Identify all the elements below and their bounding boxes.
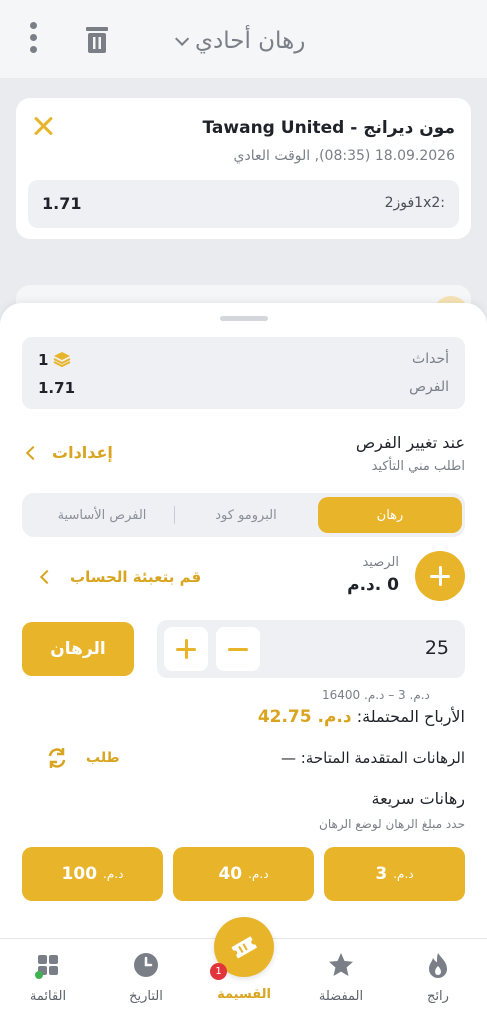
quick-bet-amount: 40	[218, 864, 243, 884]
balance-value: 0 .د.م	[347, 575, 399, 595]
settings-button[interactable]: إعدادات	[25, 443, 113, 462]
tab-base-odds[interactable]: الفرص الأساسية	[28, 497, 176, 533]
stake-value[interactable]: 25	[425, 637, 449, 659]
nav-history-label: التاريخ	[129, 989, 163, 1004]
quick-bet-button[interactable]: د.م. 40	[173, 847, 314, 901]
place-bet-button[interactable]: الرهان	[22, 622, 134, 676]
match-datetime: 18.09.2026 (08:35), الوقت العادي	[233, 148, 455, 164]
close-icon[interactable]	[33, 116, 53, 136]
selection-row: 1.71 :1x2فوز2	[28, 180, 459, 228]
selection-market: :1x2فوز2	[384, 195, 445, 211]
settings-label: إعدادات	[52, 443, 113, 462]
top-bar: رهان أحادي	[0, 0, 487, 78]
quick-bet-currency: د.م.	[103, 867, 124, 881]
tab-divider	[174, 506, 175, 524]
star-icon	[329, 953, 353, 976]
chevron-down-icon	[175, 31, 190, 46]
chevron-left-icon	[39, 569, 55, 585]
nav-menu-label: القائمة	[29, 989, 67, 1004]
grid-icon	[35, 955, 58, 979]
balance-label: الرصيد	[362, 555, 399, 570]
stake-range: د.م. 3 – د.م. 16400	[322, 688, 430, 702]
winnings-value: د.م. 42.75	[257, 707, 352, 727]
odds-change-value: اطلب مني التأكيد	[371, 459, 465, 474]
layers-icon	[53, 352, 71, 367]
quick-bets-subtitle: حدد مبلغ الرهان لوضع الرهان	[319, 817, 465, 831]
request-button[interactable]: طلب	[46, 747, 120, 769]
quick-bet-currency: د.م.	[248, 867, 269, 881]
clock-icon	[134, 953, 158, 977]
bet-type-selector[interactable]: رهان أحادي	[175, 24, 305, 58]
nav-menu[interactable]: القائمة	[8, 947, 88, 1011]
topup-link[interactable]: قم بتعبئة الحساب	[39, 568, 202, 586]
bet-type-title: رهان أحادي	[195, 28, 306, 54]
nav-favorites[interactable]: المفضلة	[301, 947, 381, 1011]
refresh-icon	[48, 748, 66, 768]
quick-bet-currency: د.م.	[393, 867, 414, 881]
betslip-summary: أحداث 1 الفرص 1.71	[22, 337, 465, 409]
quick-bet-button[interactable]: د.م. 100	[22, 847, 163, 901]
quick-bet-amount: 100	[61, 864, 98, 884]
request-label: طلب	[86, 750, 120, 766]
drag-handle[interactable]	[220, 316, 268, 321]
betslip-tabs: الفرص الأساسية البرومو كود رهان	[22, 493, 465, 537]
total-odds-label: الفرص	[409, 379, 449, 395]
quick-bet-amount: 3	[375, 864, 388, 884]
betslip-sheet: أحداث 1 الفرص 1.71 عند تغيير الفرص اطلب …	[0, 303, 487, 1024]
ticket-icon	[231, 936, 258, 959]
nav-coupon-label: القسيمة	[217, 987, 271, 1002]
events-count: 1	[38, 351, 49, 369]
flame-icon	[429, 953, 447, 978]
potential-winnings: الأرباح المحتملة: د.م. 42.75	[258, 707, 465, 727]
quick-bets-title: رهانات سريعة	[371, 789, 466, 808]
stake-input[interactable]: 25	[157, 620, 465, 678]
selection-odds: 1.71	[42, 194, 82, 213]
tab-promo-code[interactable]: البرومو كود	[176, 497, 316, 533]
quick-bet-button[interactable]: د.م. 3	[324, 847, 465, 901]
stake-minus-button[interactable]	[216, 627, 260, 671]
trash-icon[interactable]	[84, 25, 110, 55]
chevron-left-icon	[25, 445, 41, 460]
tab-bet[interactable]: رهان	[318, 497, 462, 533]
nav-history[interactable]: التاريخ	[106, 947, 186, 1011]
winnings-label: الأرباح المحتملة:	[356, 707, 465, 726]
odds-change-title: عند تغيير الفرص	[355, 433, 465, 452]
stake-plus-button[interactable]	[164, 627, 208, 671]
coupon-badge: 1	[210, 963, 227, 980]
deposit-plus-icon[interactable]	[415, 551, 465, 601]
nav-favorites-label: المفضلة	[318, 989, 364, 1004]
events-label: أحداث	[412, 351, 449, 367]
nav-popular-label: رائج	[427, 989, 449, 1004]
total-odds-value: 1.71	[38, 379, 76, 397]
bet-card: مون ديرانج - Tawang United 18.09.2026 (0…	[16, 98, 471, 239]
nav-popular[interactable]: رائج	[398, 947, 478, 1011]
match-title: مون ديرانج - Tawang United	[202, 118, 455, 138]
topup-label: قم بتعبئة الحساب	[70, 568, 202, 586]
kebab-icon[interactable]	[26, 22, 40, 56]
advanced-bets-label: الرهانات المتقدمة المتاحة: —	[280, 749, 465, 767]
